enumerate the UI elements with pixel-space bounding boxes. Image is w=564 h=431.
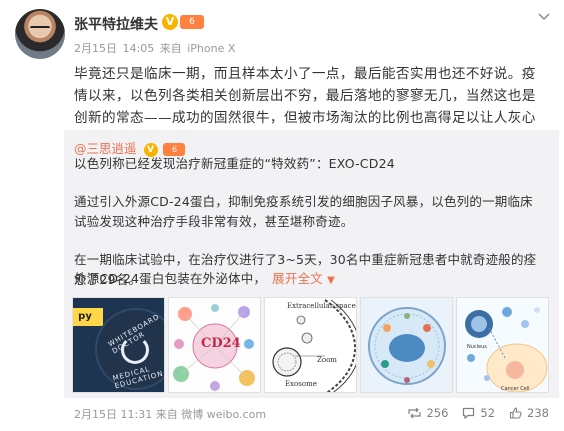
image-thumbnail-5[interactable]: Nucleus Cancer Cell [456,297,549,393]
like-button[interactable]: 238 [509,406,549,420]
verified-badge-icon: V [162,14,178,30]
weibo-post: 张平特拉维夫 V 6 2月15日 14:05 来自 iPhone X 毕竟还只是… [0,0,564,431]
expand-arrow-icon[interactable]: ▼ [327,275,335,286]
repost-source-prefix: 来自 [155,408,178,421]
stethoscope-icon [121,336,149,364]
repost-footer-meta: 2月15日 11:31 来自 微博 weibo.com [74,406,266,422]
repost-paragraph-1: 通过引入外源CD-24蛋白，抑制免疫系统引发的细胞因子风暴，以色列的一期临床试验… [74,194,533,229]
repost-button[interactable]: 256 [408,406,448,420]
post-time[interactable]: 14:05 [123,42,155,55]
comment-button[interactable]: 52 [462,406,495,420]
chevron-down-icon[interactable] [537,12,551,22]
caption-nucleus: Nucleus [467,344,487,350]
caption-cancer-cell: Cancer Cell [501,386,530,392]
post-date[interactable]: 2月15日 [74,42,117,55]
avatar[interactable] [15,9,65,59]
exosome-structure-diagram [368,307,446,385]
exosome-diagram [272,299,356,392]
image-thumbnail-1[interactable]: py WHITEBOARD DOCTOR MEDICAL EDUCATION [72,297,165,393]
image-thumbnail-2[interactable]: CD24 [168,297,261,393]
repost-count: 256 [426,406,449,420]
image-strip: py WHITEBOARD DOCTOR MEDICAL EDUCATION C… [72,297,550,393]
post-source: iPhone X [187,42,236,55]
author-name[interactable]: 张平特拉维夫 [74,14,158,34]
avatar-glasses [30,26,50,31]
repost-icon [408,407,422,419]
comment-count: 52 [480,406,496,420]
like-count: 238 [527,406,549,420]
action-bar: 256 52 238 [394,406,549,420]
thumb-ribbon: py [73,308,103,326]
level-badge: 6 [180,15,204,29]
repost-date[interactable]: 2月15日 [74,408,117,421]
caption-zoom: Zoom [317,356,337,364]
cd24-label: CD24 [201,336,241,351]
image-thumbnail-3[interactable]: Extracellular space Zoom Exosome [264,297,357,393]
source-prefix: 来自 [159,42,182,55]
image-thumbnail-4[interactable] [360,297,453,393]
caption-exosome: Exosome [285,380,317,388]
repost-paragraph-3-text: 外源CD-24蛋白包装在外泌体中， [74,271,267,286]
expand-full-text-link[interactable]: 展开全文 [272,271,323,286]
repost-source: 微博 weibo.com [181,408,267,421]
repost-paragraph-3: 外源CD-24蛋白包装在外泌体中， 展开全文 ▼ [74,269,544,291]
comment-icon [463,407,475,419]
post-meta: 2月15日 14:05 来自 iPhone X [74,40,237,56]
caption-extracellular: Extracellular space [287,302,356,310]
repost-card[interactable]: @三思逍遥 V 6 以色列称已经发现治疗新冠重症的“特效药”：EXO-CD24 … [64,130,559,398]
thumbs-up-icon [509,407,522,419]
repost-title: 以色列称已经发现治疗新冠重症的“特效药”：EXO-CD24 [74,156,395,171]
repost-time[interactable]: 11:31 [121,408,153,421]
